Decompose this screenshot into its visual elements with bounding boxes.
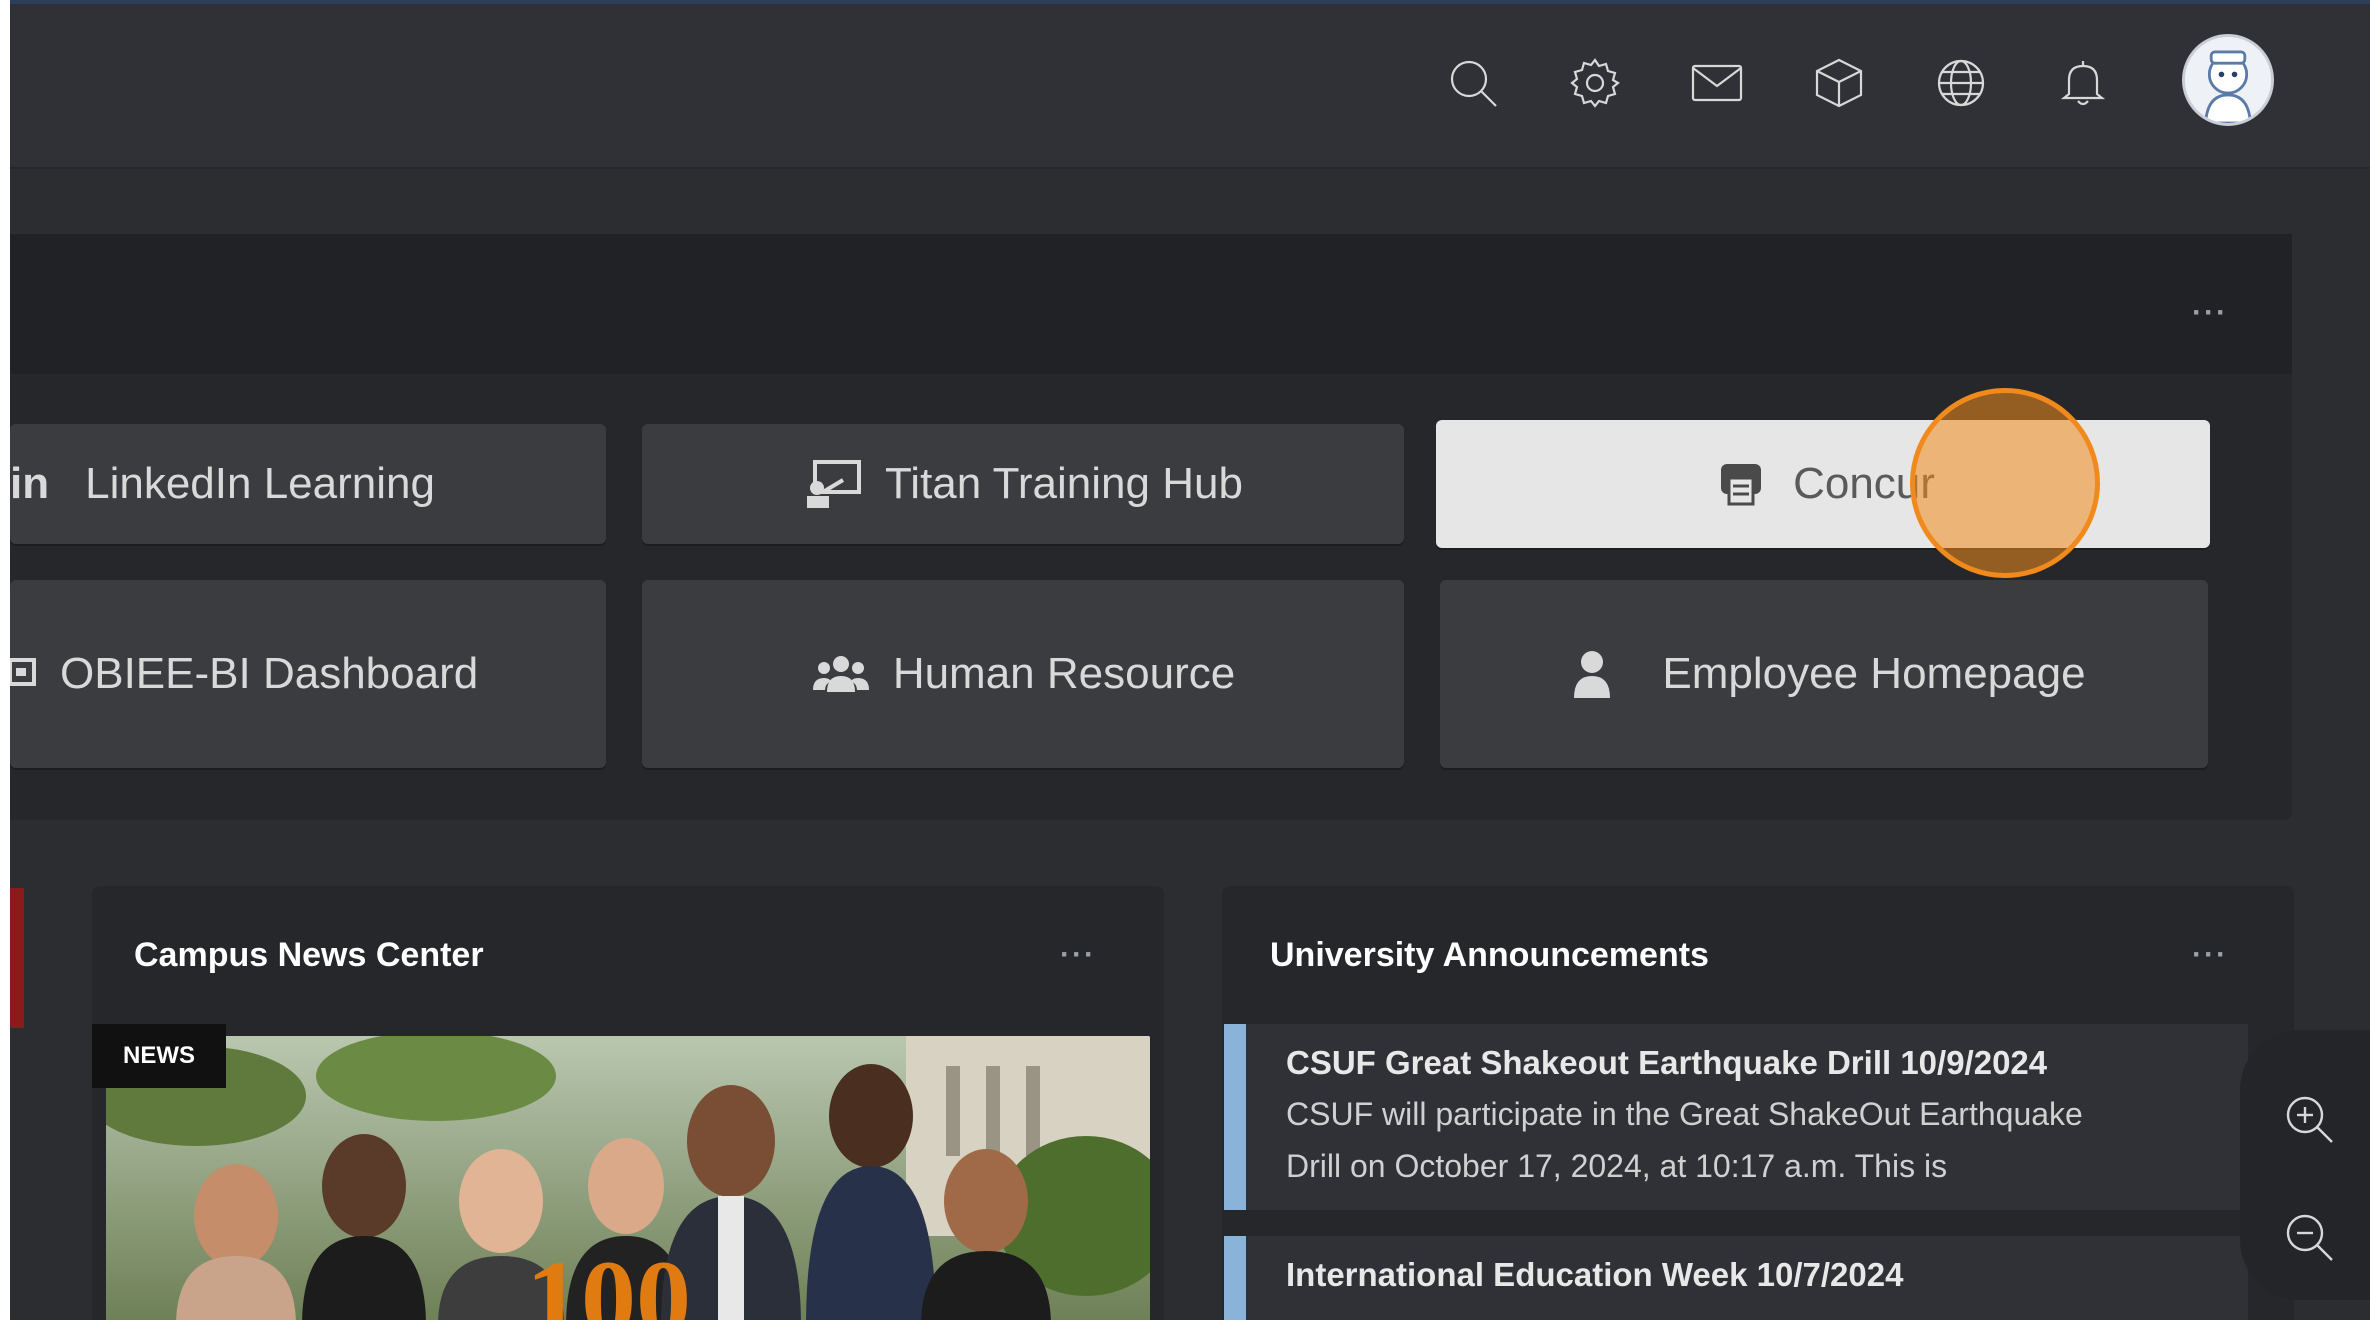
printer-icon	[1711, 458, 1771, 510]
link-label: OBIEE-BI Dashboard	[60, 649, 479, 698]
link-titan-training-hub[interactable]: Titan Training Hub	[642, 424, 1404, 544]
quick-links-header	[10, 234, 2292, 374]
announcement-item[interactable]: International Education Week 10/7/2024	[1224, 1236, 2248, 1320]
link-linkedin-learning[interactable]: in LinkedIn Learning	[10, 424, 606, 544]
announcements-title: University Announcements	[1270, 936, 1709, 974]
globe-icon[interactable]	[1932, 54, 1990, 112]
presentation-icon	[803, 458, 863, 510]
click-indicator	[1910, 388, 2100, 578]
link-human-resource[interactable]: Human Resource	[642, 580, 1404, 768]
announcement-title: CSUF Great Shakeout Earthquake Drill 10/…	[1286, 1044, 2048, 1081]
linkedin-icon: in	[10, 459, 50, 508]
svg-text:100: 100	[526, 1238, 691, 1320]
announcement-marker	[1224, 1236, 1246, 1320]
dashboard-icon	[10, 648, 40, 700]
news-image[interactable]: 100	[106, 1036, 1150, 1320]
zoom-out-icon[interactable]	[2280, 1208, 2340, 1268]
announcement-title: International Education Week 10/7/2024	[1286, 1256, 1904, 1293]
link-label: Human Resource	[892, 649, 1236, 698]
link-employee-homepage[interactable]: Employee Homepage	[1440, 580, 2208, 768]
link-obiee-bi-dashboard[interactable]: OBIEE-BI Dashboard	[10, 580, 606, 768]
user-avatar[interactable]	[2182, 34, 2274, 126]
news-more-button[interactable]: ···	[1060, 938, 1096, 972]
portal-page: ··· in LinkedIn Learning Titan Training …	[10, 0, 2370, 1320]
link-label: LinkedIn Learning	[85, 459, 435, 508]
user-icon	[1562, 648, 1622, 700]
zoom-controls	[2240, 1030, 2370, 1300]
campus-news-title: Campus News Center	[134, 936, 484, 974]
zoom-in-icon[interactable]	[2280, 1090, 2340, 1150]
bell-icon[interactable]	[2054, 54, 2112, 112]
announcement-body-line1: CSUF will participate in the Great Shake…	[1286, 1096, 2083, 1132]
users-icon	[811, 648, 871, 700]
link-label: Titan Training Hub	[885, 459, 1243, 508]
announcement-marker	[1224, 1024, 1246, 1210]
cube-icon[interactable]	[1810, 54, 1868, 112]
gear-icon[interactable]	[1566, 54, 1624, 112]
search-icon[interactable]	[1444, 54, 1502, 112]
announcement-body-line2: Drill on October 17, 2024, at 10:17 a.m.…	[1286, 1148, 1948, 1184]
side-accent	[10, 888, 24, 1028]
announcement-item[interactable]: CSUF Great Shakeout Earthquake Drill 10/…	[1224, 1024, 2248, 1210]
announcements-more-button[interactable]: ···	[2192, 938, 2228, 972]
mail-icon[interactable]	[1688, 54, 1746, 112]
quick-links-more-button[interactable]: ···	[2192, 296, 2228, 330]
link-label: Employee Homepage	[1662, 649, 2086, 698]
news-badge: NEWS	[92, 1024, 226, 1088]
top-bar	[10, 4, 2370, 169]
